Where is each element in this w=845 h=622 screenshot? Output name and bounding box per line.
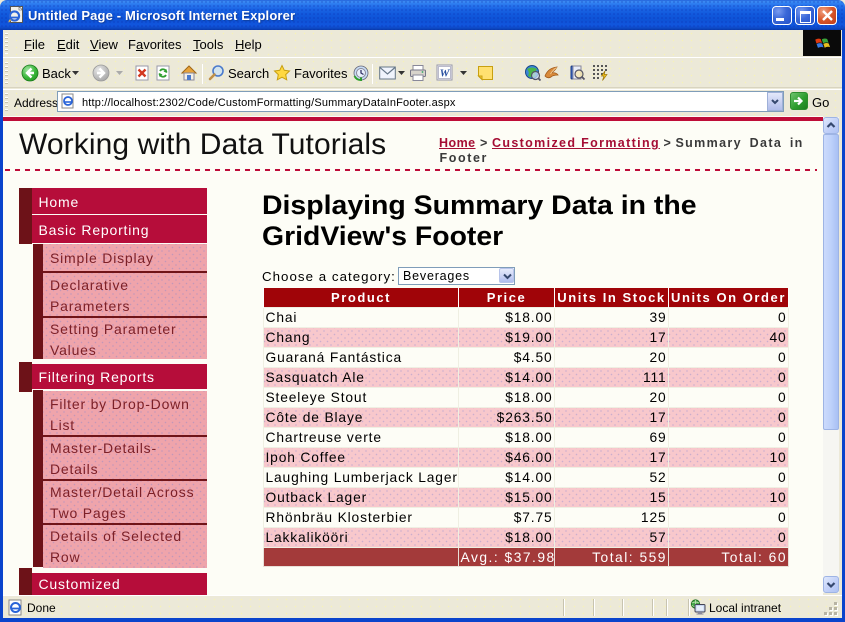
svg-text:W: W bbox=[440, 68, 451, 80]
